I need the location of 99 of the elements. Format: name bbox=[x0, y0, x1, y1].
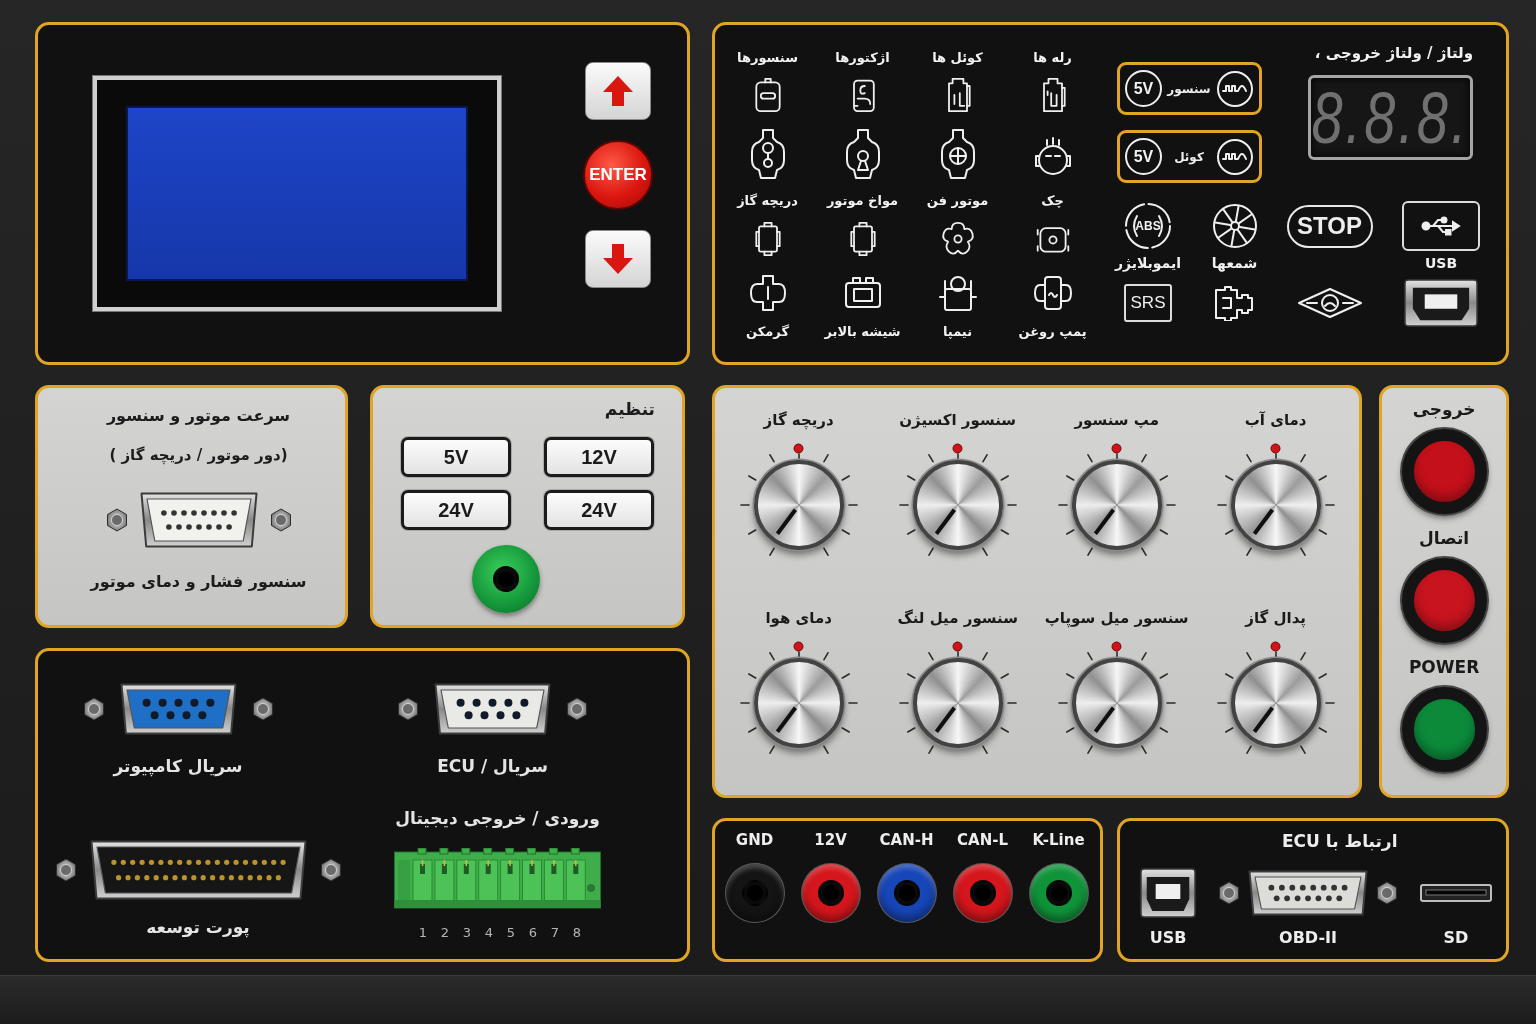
port-label: سریال کامپیوتر bbox=[113, 755, 243, 778]
rotary-knob[interactable] bbox=[753, 658, 844, 748]
pin-number: 2 bbox=[439, 924, 451, 942]
index-dot-icon bbox=[793, 640, 805, 652]
device-label: موتور فن bbox=[926, 192, 989, 210]
rotary-knob[interactable] bbox=[912, 460, 1003, 550]
diamond-icon bbox=[1296, 287, 1363, 319]
knob-label: دریچه گاز bbox=[763, 410, 834, 432]
voltage-button[interactable]: 5V bbox=[401, 437, 511, 477]
panel-title: ارتباط با ECU bbox=[1282, 830, 1398, 852]
stop-button[interactable]: STOP bbox=[1286, 204, 1373, 248]
push-button[interactable] bbox=[1401, 429, 1487, 514]
index-dot-icon bbox=[1111, 442, 1123, 454]
push-button[interactable] bbox=[1401, 558, 1487, 643]
knob-label: دمای آب bbox=[1244, 410, 1307, 431]
knob-label: سنسور میل سوپاپ bbox=[1044, 608, 1189, 630]
srs-warning-lamp: SRS bbox=[1124, 284, 1172, 322]
voltage-indicator: 5V bbox=[1125, 70, 1162, 107]
pin-number: 1 bbox=[417, 924, 429, 942]
channel-label: کوئل bbox=[1174, 149, 1204, 164]
port-label: سریال / ECU bbox=[437, 755, 548, 778]
pin-number: 8 bbox=[571, 924, 583, 942]
panel-title: سرعت موتور و سنسور bbox=[106, 405, 291, 427]
panel-subtitle: (دور موتور / دریچه گاز ) bbox=[109, 445, 288, 467]
knob-label: سنسور میل لنگ bbox=[897, 608, 1018, 629]
usb-port bbox=[1140, 868, 1196, 918]
pin-number: 4 bbox=[483, 924, 495, 942]
pin-number: 7 bbox=[549, 924, 561, 942]
index-dot-icon bbox=[952, 640, 964, 652]
rotary-knob[interactable] bbox=[1071, 658, 1162, 748]
voltage-button[interactable]: 12V bbox=[544, 437, 654, 477]
device-label: مواخ موتور bbox=[826, 192, 899, 210]
jack-label: CAN-H bbox=[879, 830, 934, 850]
down-button[interactable] bbox=[585, 230, 651, 288]
panel-title: تنظیم bbox=[604, 398, 655, 421]
index-dot-icon bbox=[1270, 640, 1282, 652]
motor-icon bbox=[936, 273, 979, 313]
jack-label: GND bbox=[735, 830, 774, 850]
device-label: گرمکن bbox=[746, 323, 789, 341]
waveform-icon bbox=[1216, 69, 1254, 108]
knob-label: مپ سنسور bbox=[1074, 410, 1159, 431]
button-label: POWER bbox=[1408, 656, 1480, 679]
index-dot-icon bbox=[793, 442, 805, 454]
jack-label: 12V bbox=[814, 830, 847, 850]
knob-label: دمای هوا bbox=[765, 608, 832, 629]
control-label: USB bbox=[1424, 254, 1458, 273]
channel-label: سنسور bbox=[1167, 81, 1211, 96]
pin-number: 5 bbox=[505, 924, 517, 942]
device-label: رله ها bbox=[1033, 49, 1072, 67]
rotary-knob[interactable] bbox=[1230, 658, 1321, 748]
device-label: چک bbox=[1041, 192, 1064, 210]
device-label: پمپ روغن bbox=[1018, 323, 1087, 341]
port-label: پورت توسعه bbox=[146, 916, 250, 939]
device-label: سنسورها bbox=[737, 49, 798, 67]
index-dot-icon bbox=[1111, 640, 1123, 652]
waveform-icon bbox=[1216, 137, 1254, 176]
device-label: اژکتورها bbox=[835, 49, 890, 67]
jack-label: K-Line bbox=[1032, 830, 1085, 850]
device-label: شیشه بالابر bbox=[824, 323, 901, 341]
up-button[interactable] bbox=[585, 62, 651, 120]
digital-io-title: ورودی / خروجی دیجیتال bbox=[395, 807, 600, 830]
rotary-knob[interactable] bbox=[1230, 460, 1321, 550]
rotary-knob[interactable] bbox=[912, 658, 1003, 748]
button-label: خروجی bbox=[1412, 398, 1476, 421]
display-reading: 8.8.8. bbox=[1311, 81, 1470, 154]
up-arrow-icon bbox=[601, 74, 635, 108]
usb-button[interactable] bbox=[1402, 201, 1480, 251]
voltage-indicator: 5V bbox=[1125, 138, 1162, 175]
sd-card-slot bbox=[1420, 882, 1492, 904]
port-label: OBD-II bbox=[1279, 928, 1337, 948]
pin-number: 3 bbox=[461, 924, 473, 942]
port-label: USB bbox=[1149, 928, 1187, 948]
connector-label: سنسور فشار و دمای موتور bbox=[90, 571, 307, 593]
device-label: نیمپا bbox=[942, 323, 973, 341]
pin-number: 6 bbox=[527, 924, 539, 942]
pump-icon bbox=[1031, 273, 1074, 313]
knob-label: پدال گاز bbox=[1245, 608, 1306, 630]
device-label: دریچه گاز bbox=[737, 192, 798, 210]
voltage-button[interactable]: 24V bbox=[401, 490, 511, 530]
enter-button[interactable]: ENTER bbox=[583, 140, 653, 210]
button-label: اتصال bbox=[1419, 527, 1470, 550]
usb-icon bbox=[1421, 215, 1461, 237]
control-label: ایموبلایژر bbox=[1114, 254, 1182, 273]
port-label: SD bbox=[1443, 928, 1469, 948]
index-dot-icon bbox=[1270, 442, 1282, 454]
jack-label: CAN-L bbox=[957, 830, 1008, 850]
knob-label: سنسور اکسیژن bbox=[899, 410, 1017, 431]
display-title: ولتاژ / ولتاژ خروجی ، bbox=[1314, 43, 1473, 64]
control-label: شمعها bbox=[1211, 254, 1258, 273]
wheel-icon bbox=[1211, 203, 1258, 249]
voltage-button[interactable]: 24V bbox=[544, 490, 654, 530]
rotary-knob[interactable] bbox=[753, 460, 844, 550]
banana-jack bbox=[471, 545, 540, 613]
rotary-knob[interactable] bbox=[1071, 460, 1162, 550]
push-button[interactable] bbox=[1401, 687, 1487, 772]
down-arrow-icon bbox=[601, 242, 635, 276]
abs-warning-lamp: ABS bbox=[1124, 202, 1172, 250]
index-dot-icon bbox=[952, 442, 964, 454]
device-label: کوئل ها bbox=[932, 49, 983, 67]
